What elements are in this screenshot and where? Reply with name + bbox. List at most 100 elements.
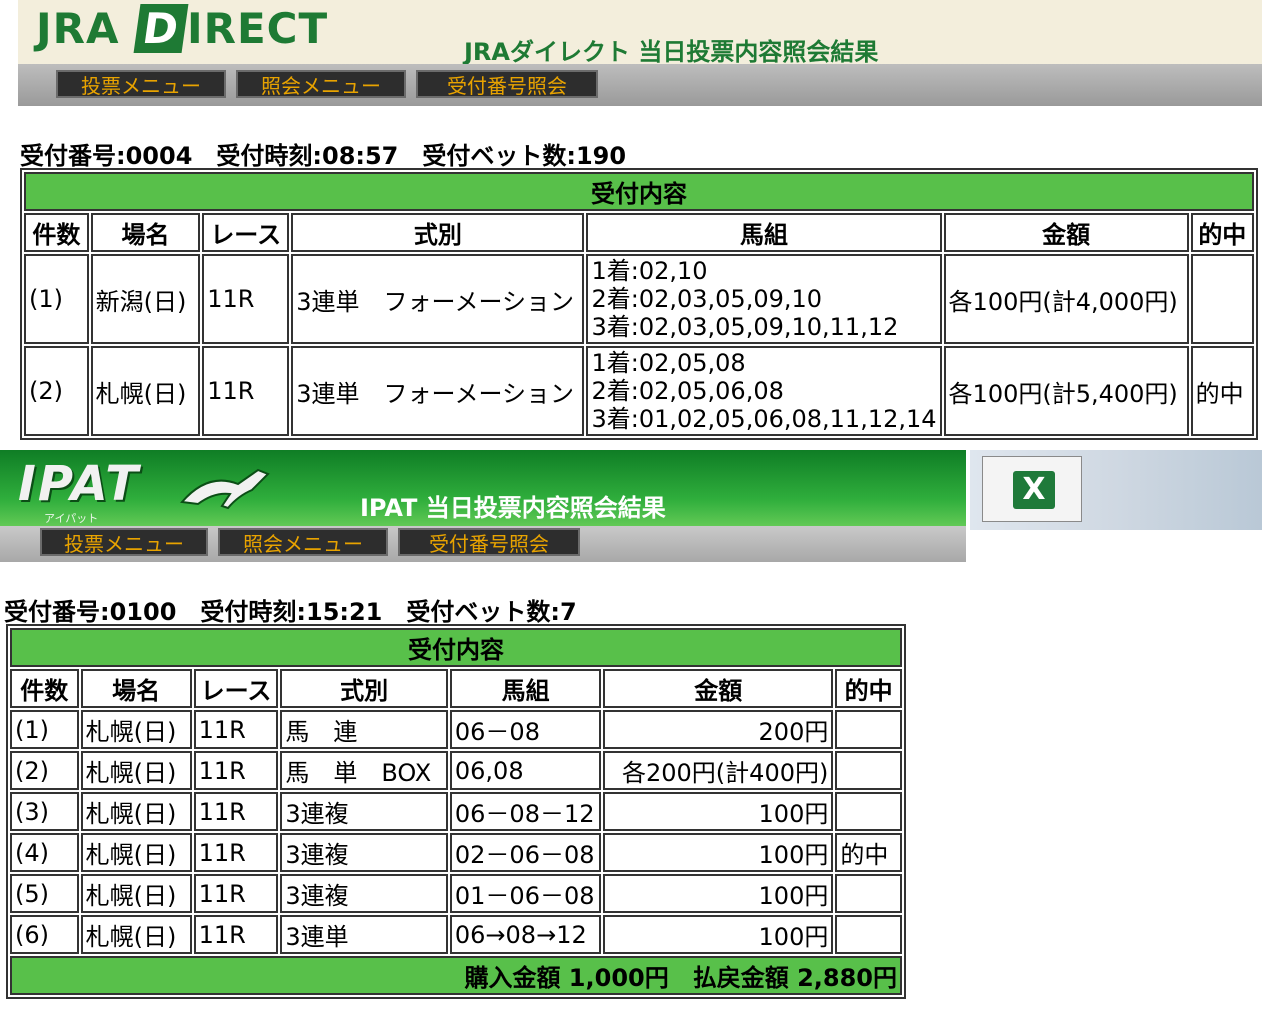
jra-receipt-info: 受付番号:0004 受付時刻:08:57 受付ベット数:190	[20, 142, 627, 170]
row-bet-type: 3連複	[280, 792, 448, 831]
row-race: 11R	[193, 792, 279, 831]
jra-vote-menu-button[interactable]: 投票メニュー	[56, 70, 226, 98]
row-combination: 06→08→12	[449, 915, 602, 954]
header-combination: 馬組	[586, 213, 942, 252]
row-combination: 06,08	[449, 751, 602, 790]
jra-bets-table: 受付内容 件数 場名 レース 式別 馬組 金額 的中 (1) 新潟(日) 11R…	[20, 168, 1258, 440]
row-hit	[1190, 254, 1254, 344]
row-combination: 06－08	[449, 710, 602, 749]
combo-line: 2着:02,03,05,09,10	[591, 285, 823, 313]
jra-direct-logo: JRA D IRECT	[36, 4, 328, 53]
header-venue: 場名	[90, 213, 201, 252]
row-bet-type: 3連複	[280, 833, 448, 872]
ipat-receipt-info: 受付番号:0100 受付時刻:15:21 受付ベット数:7	[4, 598, 577, 626]
page-title: JRAダイレクト 当日投票内容照会結果	[464, 38, 879, 66]
row-race: 11R	[193, 751, 279, 790]
header-count: 件数	[10, 669, 79, 708]
summary-bar: 購入金額 1,000円 払戻金額 2,880円	[10, 956, 902, 995]
jra-inquiry-menu-button[interactable]: 照会メニュー	[236, 70, 406, 98]
row-bet-type: 3連単 フォーメーション	[291, 254, 585, 344]
header-race: レース	[193, 669, 279, 708]
combo-line: 1着:02,05,08	[591, 349, 746, 377]
excel-export-button[interactable]: X	[982, 456, 1082, 522]
row-venue: 札幌(日)	[90, 346, 201, 436]
row-amount: 100円	[603, 833, 834, 872]
combo-line: 3着:01,02,05,06,08,11,12,14	[591, 405, 937, 433]
page-title: IPAT 当日投票内容照会結果	[360, 494, 666, 522]
ipat-receipt-number-button[interactable]: 受付番号照会	[398, 528, 580, 556]
ipat-logo: IPAT	[18, 456, 140, 512]
jra-logo-text-2: IRECT	[186, 4, 329, 53]
row-race: 11R	[193, 833, 279, 872]
row-count: (6)	[10, 915, 79, 954]
row-race: 11R	[202, 254, 290, 344]
table-row: (4) 札幌(日) 11R 3連複 02－06－08 100円 的中	[10, 833, 902, 872]
header-amount: 金額	[603, 669, 834, 708]
row-amount: 各100円(計5,400円)	[943, 346, 1189, 436]
row-bet-type: 3連単 フォーメーション	[291, 346, 585, 436]
jra-logo-d: D	[133, 4, 189, 53]
row-combination: 02－06－08	[449, 833, 602, 872]
table-title: 受付内容	[24, 172, 1254, 211]
row-venue: 札幌(日)	[80, 833, 192, 872]
ipat-logo-subtitle: アイパット	[44, 512, 99, 525]
row-count: (5)	[10, 874, 79, 913]
table-row: (3) 札幌(日) 11R 3連複 06－08－12 100円	[10, 792, 902, 831]
table-row: (1) 新潟(日) 11R 3連単 フォーメーション 1着:02,10 2着:0…	[24, 254, 1254, 344]
row-count: (3)	[10, 792, 79, 831]
row-hit	[835, 874, 902, 913]
row-amount: 各100円(計4,000円)	[943, 254, 1189, 344]
row-venue: 札幌(日)	[80, 751, 192, 790]
header-bet-type: 式別	[280, 669, 448, 708]
table-row: (2) 札幌(日) 11R 3連単 フォーメーション 1着:02,05,08 2…	[24, 346, 1254, 436]
table-title: 受付内容	[10, 628, 902, 667]
header-combination: 馬組	[449, 669, 602, 708]
row-count: (4)	[10, 833, 79, 872]
row-race: 11R	[193, 874, 279, 913]
row-venue: 札幌(日)	[80, 792, 192, 831]
combo-line: 1着:02,10	[591, 257, 708, 285]
row-combination: 06－08－12	[449, 792, 602, 831]
row-venue: 札幌(日)	[80, 874, 192, 913]
header-amount: 金額	[943, 213, 1189, 252]
row-hit	[835, 792, 902, 831]
row-bet-type: 3連複	[280, 874, 448, 913]
row-amount: 100円	[603, 874, 834, 913]
table-row: (6) 札幌(日) 11R 3連単 06→08→12 100円	[10, 915, 902, 954]
combo-line: 3着:02,03,05,09,10,11,12	[591, 313, 899, 341]
combo-line: 2着:02,05,06,08	[591, 377, 784, 405]
ipat-header: IPAT アイパット IPAT 当日投票内容照会結果	[0, 450, 966, 532]
row-hit	[835, 710, 902, 749]
row-venue: 新潟(日)	[90, 254, 201, 344]
row-hit	[835, 915, 902, 954]
row-hit	[835, 751, 902, 790]
ipat-inquiry-menu-button[interactable]: 照会メニュー	[218, 528, 388, 556]
ipat-vote-menu-button[interactable]: 投票メニュー	[40, 528, 208, 556]
row-amount: 100円	[603, 792, 834, 831]
row-venue: 札幌(日)	[80, 915, 192, 954]
row-hit: 的中	[835, 833, 902, 872]
row-race: 11R	[202, 346, 290, 436]
row-bet-type: 馬 単 BOX	[280, 751, 448, 790]
row-count: (1)	[10, 710, 79, 749]
row-amount: 200円	[603, 710, 834, 749]
header-hit: 的中	[835, 669, 902, 708]
table-row: (2) 札幌(日) 11R 馬 単 BOX 06,08 各200円(計400円)	[10, 751, 902, 790]
header-hit: 的中	[1190, 213, 1254, 252]
row-combination: 1着:02,10 2着:02,03,05,09,10 3着:02,03,05,0…	[586, 254, 942, 344]
row-combination: 01－06－08	[449, 874, 602, 913]
row-count: (2)	[10, 751, 79, 790]
row-venue: 札幌(日)	[80, 710, 192, 749]
row-amount: 各200円(計400円)	[603, 751, 834, 790]
jra-receipt-number-button[interactable]: 受付番号照会	[416, 70, 598, 98]
row-bet-type: 馬 連	[280, 710, 448, 749]
row-combination: 1着:02,05,08 2着:02,05,06,08 3着:01,02,05,0…	[586, 346, 942, 436]
table-row: (1) 札幌(日) 11R 馬 連 06－08 200円	[10, 710, 902, 749]
row-hit: 的中	[1190, 346, 1254, 436]
header-venue: 場名	[80, 669, 192, 708]
excel-icon: X	[1013, 471, 1055, 509]
horse-icon	[180, 468, 270, 510]
row-race: 11R	[193, 710, 279, 749]
jra-logo-text: JRA	[36, 4, 120, 53]
row-bet-type: 3連単	[280, 915, 448, 954]
